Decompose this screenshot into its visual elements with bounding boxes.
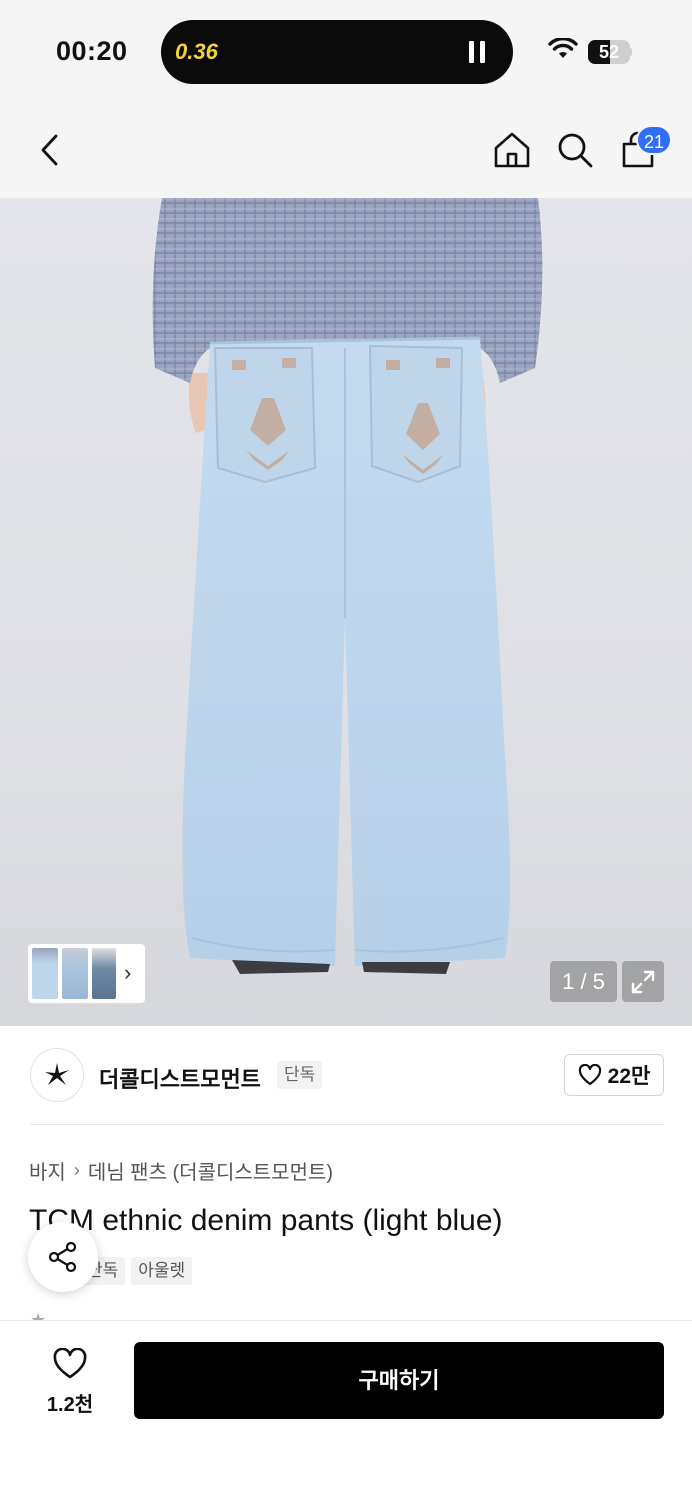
like-button[interactable]: 1.2천: [34, 1346, 106, 1416]
share-button[interactable]: [28, 1222, 98, 1292]
breadcrumb-category[interactable]: 바지: [29, 1156, 66, 1185]
exclusive-tag: 단독: [277, 1061, 323, 1089]
battery-level: 52: [598, 42, 620, 62]
heart-icon: [53, 1347, 87, 1379]
product-title: TCM ethnic denim pants (light blue): [29, 1204, 503, 1237]
back-icon: [41, 134, 58, 166]
search-button[interactable]: [551, 126, 599, 174]
thumbnail-image[interactable]: [92, 948, 116, 999]
divider: [30, 1124, 664, 1125]
top-navigation: [0, 104, 692, 198]
expand-button[interactable]: [622, 961, 664, 1002]
expand-icon: [631, 970, 655, 993]
battery-icon: 52: [588, 40, 632, 64]
brand-like-button[interactable]: 22만: [564, 1054, 664, 1096]
brand-name[interactable]: 더콜디스트모먼트: [99, 1062, 261, 1094]
chevron-right-icon: ›: [73, 1160, 80, 1180]
status-bar: 00:20 0.36 52: [0, 0, 692, 104]
wifi-icon: [548, 38, 578, 58]
search-icon: [558, 133, 593, 168]
image-counter: 1 / 5: [550, 961, 617, 1002]
status-time: 00:20: [56, 36, 128, 66]
product-image[interactable]: [0, 198, 692, 1026]
breadcrumb-subcategory[interactable]: 데님 팬츠 (더콜디스트모먼트): [88, 1156, 333, 1185]
brand-star-icon: [45, 1063, 69, 1085]
back-button[interactable]: [26, 126, 74, 174]
home-icon: [494, 132, 530, 168]
dynamic-island[interactable]: 0.36: [161, 20, 513, 84]
thumbnail-image[interactable]: [62, 948, 88, 999]
brand-logo[interactable]: [30, 1048, 84, 1102]
product-tag: 아울렛: [131, 1257, 193, 1285]
buy-button[interactable]: 구매하기: [134, 1342, 664, 1419]
like-count: 1.2천: [46, 1394, 94, 1416]
live-activity-timer: 0.36: [175, 39, 218, 64]
breadcrumb: 바지 › 데님 팬츠 (더콜디스트모먼트): [29, 1156, 333, 1185]
pause-icon[interactable]: [469, 41, 485, 63]
chevron-right-icon[interactable]: ›: [124, 960, 131, 986]
rating-row: ★: [30, 1310, 47, 1320]
share-icon: [48, 1241, 77, 1273]
product-photo-illustration: [152, 198, 543, 974]
heart-icon: [578, 1064, 601, 1086]
thumbnail-strip[interactable]: ›: [28, 944, 145, 1003]
home-button[interactable]: [488, 126, 536, 174]
thumbnail-image[interactable]: [32, 948, 58, 999]
brand-like-count: 22만: [607, 1065, 651, 1088]
cart-count-badge: 21: [636, 125, 673, 155]
